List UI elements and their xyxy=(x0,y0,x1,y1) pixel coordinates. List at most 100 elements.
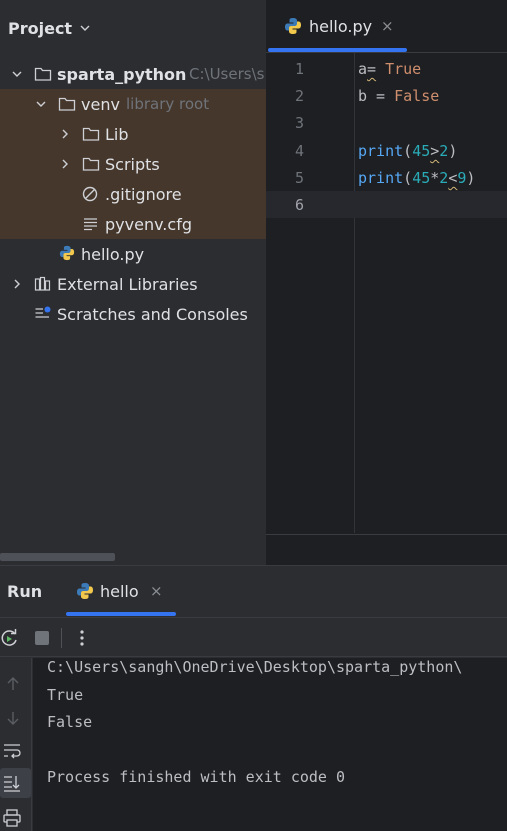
line-number: 2 xyxy=(294,87,304,105)
console-line: C:\Users\sangh\OneDrive\Desktop\sparta_p… xyxy=(47,658,463,676)
chevron-down-icon[interactable] xyxy=(35,98,47,110)
code-token: < xyxy=(448,169,458,187)
chevron-down-icon[interactable] xyxy=(11,68,23,80)
run-toolbar xyxy=(0,617,507,657)
tree-item-label: sparta_python xyxy=(57,64,187,84)
code-line[interactable]: 3 xyxy=(266,109,507,136)
text-file-icon xyxy=(84,218,97,231)
run-side-toolbar xyxy=(0,658,32,831)
tree-item-path-hint: C:\Users\s xyxy=(189,65,265,83)
tree-item-scripts[interactable]: Scripts xyxy=(0,149,266,179)
tree-item-scratches-and-consoles[interactable]: Scratches and Consoles xyxy=(0,299,266,329)
tree-item-venv[interactable]: venv library root xyxy=(0,89,266,119)
arrow-up-icon[interactable] xyxy=(3,674,23,694)
line-number: 1 xyxy=(294,60,304,78)
code-token: print xyxy=(358,169,404,187)
tree-item-external-libraries[interactable]: External Libraries xyxy=(0,269,266,299)
ignore-file-icon xyxy=(82,186,98,202)
folder-icon xyxy=(58,97,76,111)
line-number: 4 xyxy=(294,142,304,160)
run-tab-label: hello xyxy=(100,582,139,601)
line-number: 6 xyxy=(294,196,304,214)
print-icon[interactable] xyxy=(2,808,22,828)
tree-item-hint: library root xyxy=(126,95,210,113)
active-tab-indicator xyxy=(268,48,407,52)
code-text: print(45*2<9) xyxy=(358,169,475,187)
tree-item-label: hello.py xyxy=(81,244,145,264)
console-output[interactable]: C:\Users\sangh\OneDrive\Desktop\sparta_p… xyxy=(33,658,507,831)
close-tab-button[interactable]: × xyxy=(381,17,394,35)
code-token: ) xyxy=(448,142,458,160)
python-file-icon xyxy=(285,18,301,34)
tree-item-label: Scratches and Consoles xyxy=(57,304,248,324)
code-token: True xyxy=(385,60,422,78)
scroll-to-end-icon[interactable] xyxy=(2,773,22,793)
code-token: 2 xyxy=(439,142,449,160)
scratches-icon xyxy=(35,306,51,318)
tree-item-sparta-python[interactable]: sparta_python C:\Users\s xyxy=(0,59,266,89)
project-title: Project xyxy=(8,18,73,38)
run-tab-hello[interactable]: hello × xyxy=(66,566,176,616)
tree-item-label: Scripts xyxy=(105,154,160,174)
code-token: 2 xyxy=(439,169,449,187)
code-token: = xyxy=(367,60,377,78)
toolbar-separator xyxy=(61,628,62,648)
folder-icon xyxy=(82,157,100,171)
project-header[interactable]: Project xyxy=(0,0,266,56)
code-token: ( xyxy=(403,169,413,187)
run-title: Run xyxy=(7,582,43,601)
python-file-icon xyxy=(77,583,93,599)
code-line[interactable]: 5 print(45*2<9) xyxy=(266,164,507,191)
rerun-icon[interactable] xyxy=(0,628,20,648)
code-token: > xyxy=(430,142,440,160)
code-token: 45 xyxy=(412,169,431,187)
project-tool-window: Project sparta_python C:\Users\s venv li… xyxy=(0,0,266,565)
code-line[interactable]: 2 b = False xyxy=(266,82,507,109)
folder-icon xyxy=(82,127,100,141)
editor-bottom-divider xyxy=(266,534,507,535)
stop-icon[interactable] xyxy=(32,628,52,648)
editor-tab-bar: hello.py × xyxy=(266,0,507,53)
chevron-right-icon[interactable] xyxy=(59,158,71,170)
tree-item-hello-py[interactable]: hello.py xyxy=(0,239,266,269)
scroll-to-end-toggle[interactable] xyxy=(0,768,31,798)
active-tab-indicator xyxy=(66,612,176,616)
code-token: * xyxy=(430,169,440,187)
close-run-tab-button[interactable]: × xyxy=(150,582,163,600)
libraries-icon xyxy=(34,276,51,291)
tree-item-label: External Libraries xyxy=(57,274,198,294)
code-text: print(45>2) xyxy=(358,142,457,160)
tab-hello-py[interactable]: hello.py × xyxy=(266,0,407,53)
soft-wrap-icon[interactable] xyxy=(2,741,22,761)
line-number: 5 xyxy=(294,169,304,187)
code-token: ) xyxy=(466,169,476,187)
console-line: False xyxy=(47,713,93,731)
arrow-down-icon[interactable] xyxy=(3,708,23,728)
code-token: ( xyxy=(403,142,413,160)
code-token: False xyxy=(394,87,440,105)
tree-item-gitignore[interactable]: .gitignore xyxy=(0,179,266,209)
code-line[interactable]: 1 a= True xyxy=(266,55,507,82)
tree-item-pyvenv-cfg[interactable]: pyvenv.cfg xyxy=(0,209,266,239)
code-line-current[interactable]: 6 xyxy=(266,191,507,218)
code-text: a= True xyxy=(358,60,421,78)
tree-item-label: .gitignore xyxy=(105,184,182,204)
code-editor[interactable]: hello.py × 1 a= True 2 b = False 3 4 pri… xyxy=(266,0,507,565)
tree-item-lib[interactable]: Lib xyxy=(0,119,266,149)
tree-item-label: venv xyxy=(81,94,120,114)
horizontal-scrollbar[interactable] xyxy=(0,553,115,561)
chevron-right-icon[interactable] xyxy=(11,278,23,290)
code-line[interactable]: 4 print(45>2) xyxy=(266,137,507,164)
code-token: a xyxy=(358,60,368,78)
code-token: print xyxy=(358,142,404,160)
code-token: b = xyxy=(358,87,395,105)
chevron-down-icon[interactable] xyxy=(80,23,90,33)
console-line: True xyxy=(47,686,84,704)
line-number: 3 xyxy=(294,114,304,132)
code-text: b = False xyxy=(358,87,439,105)
console-line: Process finished with exit code 0 xyxy=(47,768,346,786)
chevron-right-icon[interactable] xyxy=(59,128,71,140)
more-icon[interactable] xyxy=(72,628,92,648)
code-token: 45 xyxy=(412,142,431,160)
